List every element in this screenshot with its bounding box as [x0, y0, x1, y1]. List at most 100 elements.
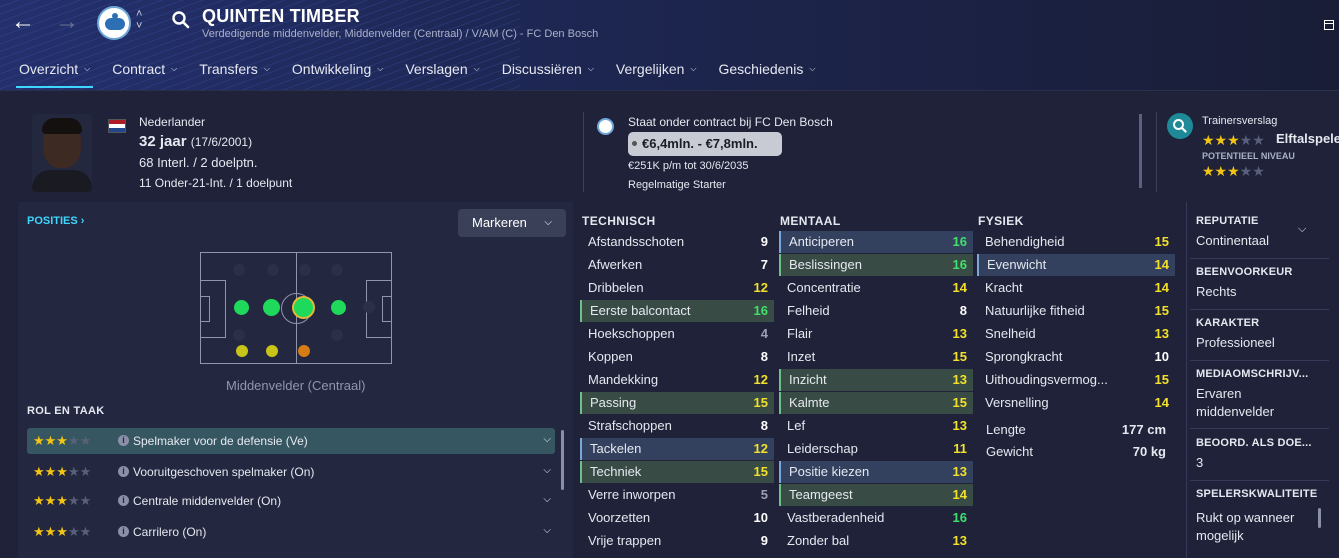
mark-dropdown[interactable]: Markeren ⌵ [458, 209, 566, 237]
attribute-label: Voorzetten [588, 510, 651, 525]
tab-discussieren[interactable]: Discussiëren ⌵ [491, 56, 605, 82]
player-traits-label: SPELERSKWALITEITE [1196, 488, 1318, 500]
attribute-row[interactable]: Uithoudingsvermog... 15 [977, 369, 1175, 391]
roles-scrollbar[interactable] [561, 430, 564, 490]
attribute-row[interactable]: Behendigheid 15 [977, 231, 1175, 253]
position-marker-natural[interactable] [234, 300, 249, 315]
attribute-label: Afwerken [588, 257, 643, 272]
window-icon[interactable] [1324, 20, 1334, 30]
transfer-value-pill[interactable]: €6,4mln. - €7,8mln. [628, 132, 782, 156]
attribute-row[interactable]: Flair 13 [779, 323, 973, 345]
attribute-row[interactable]: Versnelling 14 [977, 392, 1175, 414]
attribute-row[interactable]: Inzicht 13 [779, 369, 973, 391]
position-marker[interactable] [233, 329, 245, 341]
attribute-row[interactable]: Mandekking 12 [580, 369, 774, 391]
tab-contract[interactable]: Contract ⌵ [101, 56, 188, 82]
position-marker[interactable] [331, 264, 343, 276]
forward-arrow-icon[interactable]: → [54, 10, 80, 34]
position-marker-natural[interactable] [263, 299, 280, 316]
attribute-row[interactable]: Tackelen 12 [580, 438, 774, 460]
positions-link-label: POSITIES [27, 215, 78, 227]
position-marker[interactable] [331, 329, 343, 341]
attribute-row[interactable]: Leiderschap 11 [779, 438, 973, 460]
scout-report-button[interactable] [1167, 113, 1193, 139]
attribute-row[interactable]: Concentratie 14 [779, 277, 973, 299]
attribute-value: 12 [753, 372, 768, 387]
position-marker[interactable] [363, 301, 375, 313]
tab-transfers[interactable]: Transfers ⌵ [188, 56, 281, 82]
attribute-value: 15 [952, 395, 967, 410]
attribute-row[interactable]: Strafschoppen 8 [580, 415, 774, 437]
position-marker-competent[interactable] [266, 345, 278, 357]
attribute-row[interactable]: Afwerken 7 [580, 254, 774, 276]
tab-vergelijken[interactable]: Vergelijken ⌵ [605, 56, 708, 82]
attribute-row[interactable]: Evenwicht 14 [977, 254, 1175, 276]
attribute-row[interactable]: Sprongkracht 10 [977, 346, 1175, 368]
potential-level-label: POTENTIEEL NIVEAU [1202, 151, 1295, 161]
attribute-row[interactable]: Koppen 8 [580, 346, 774, 368]
position-marker[interactable] [233, 264, 245, 276]
position-marker-natural[interactable] [331, 300, 346, 315]
attribute-row[interactable]: Kracht 14 [977, 277, 1175, 299]
search-icon[interactable] [171, 10, 191, 30]
attribute-row[interactable]: Natuurlijke fitheid 15 [977, 300, 1175, 322]
tab-overzicht[interactable]: Overzicht ⌵ [8, 56, 101, 88]
chevron-down-icon[interactable]: ⌵ [543, 465, 551, 476]
back-arrow-icon[interactable]: ← [10, 10, 36, 34]
chevron-down-icon[interactable]: ⌵ [1298, 223, 1306, 236]
info-icon[interactable]: i [118, 495, 129, 506]
scrollbar[interactable] [1139, 114, 1142, 188]
attribute-row[interactable]: Inzet 15 [779, 346, 973, 368]
attribute-row[interactable]: Felheid 8 [779, 300, 973, 322]
attribute-row[interactable]: Zonder bal 13 [779, 530, 973, 552]
tab-verslagen[interactable]: Verslagen ⌵ [394, 56, 490, 82]
attribute-row[interactable]: Vastberadenheid 16 [779, 507, 973, 529]
tab-geschiedenis[interactable]: Geschiedenis ⌵ [708, 56, 827, 82]
club-switch-chevron-icon[interactable]: ˄ ˅ [136, 8, 142, 32]
media-description-value: Ervaren middenvelder [1196, 386, 1275, 419]
attribute-row[interactable]: Dribbelen 12 [580, 277, 774, 299]
role-row[interactable]: ★★★★★ i Spelmaker voor de defensie (Ve) … [27, 428, 555, 454]
position-marker-competent[interactable] [236, 345, 248, 357]
attribute-row[interactable]: Afstandsschoten 9 [580, 231, 774, 253]
position-marker[interactable] [299, 264, 311, 276]
attribute-row[interactable]: Eerste balcontact 16 [580, 300, 774, 322]
sidebar-scrollbar[interactable] [1318, 508, 1321, 528]
role-row[interactable]: ★★★★★ i Vooruitgeschoven spelmaker (On) … [27, 459, 555, 485]
attribute-row[interactable]: Hoekschoppen 4 [580, 323, 774, 345]
attribute-value: 15 [1154, 372, 1169, 387]
attribute-label: Concentratie [787, 280, 861, 295]
divider [583, 112, 584, 192]
chevron-down-icon[interactable]: ⌵ [543, 494, 551, 505]
chevron-down-icon[interactable]: ⌵ [543, 434, 551, 445]
position-marker-current[interactable] [292, 296, 315, 319]
wage: €251K p/m tot 30/6/2035 [628, 160, 749, 172]
chevron-down-icon[interactable]: ⌵ [543, 525, 551, 536]
info-icon[interactable]: i [118, 526, 129, 537]
tab-ontwikkeling[interactable]: Ontwikkeling ⌵ [281, 56, 394, 82]
attribute-row[interactable]: Voorzetten 10 [580, 507, 774, 529]
attribute-row[interactable]: Passing 15 [580, 392, 774, 414]
role-row[interactable]: ★★★★★ i Centrale middenvelder (On) ⌵ [27, 488, 555, 514]
club-logo[interactable] [97, 6, 131, 40]
club-logo-small [597, 118, 614, 135]
attribute-row[interactable]: Techniek 15 [580, 461, 774, 483]
attribute-value: 10 [753, 510, 768, 525]
info-icon[interactable]: i [118, 466, 129, 477]
attribute-row[interactable]: Verre inworpen 5 [580, 484, 774, 506]
position-marker[interactable] [267, 264, 279, 276]
attribute-row[interactable]: Beslissingen 16 [779, 254, 973, 276]
positions-link[interactable]: POSITIES › [27, 215, 84, 227]
attribute-row[interactable]: Lef 13 [779, 415, 973, 437]
role-row[interactable]: ★★★★★ i Carrilero (On) ⌵ [27, 519, 555, 545]
attribute-row[interactable]: Anticiperen 16 [779, 231, 973, 253]
attribute-row[interactable]: Teamgeest 14 [779, 484, 973, 506]
attribute-label: Behendigheid [985, 234, 1065, 249]
attribute-row[interactable]: Positie kiezen 13 [779, 461, 973, 483]
attribute-row[interactable]: Kalmte 15 [779, 392, 973, 414]
role-label: Vooruitgeschoven spelmaker (On) [133, 465, 315, 479]
info-icon[interactable]: i [118, 435, 129, 446]
position-marker-unconvincing[interactable] [298, 345, 310, 357]
attribute-row[interactable]: Snelheid 13 [977, 323, 1175, 345]
attribute-row[interactable]: Vrije trappen 9 [580, 530, 774, 552]
